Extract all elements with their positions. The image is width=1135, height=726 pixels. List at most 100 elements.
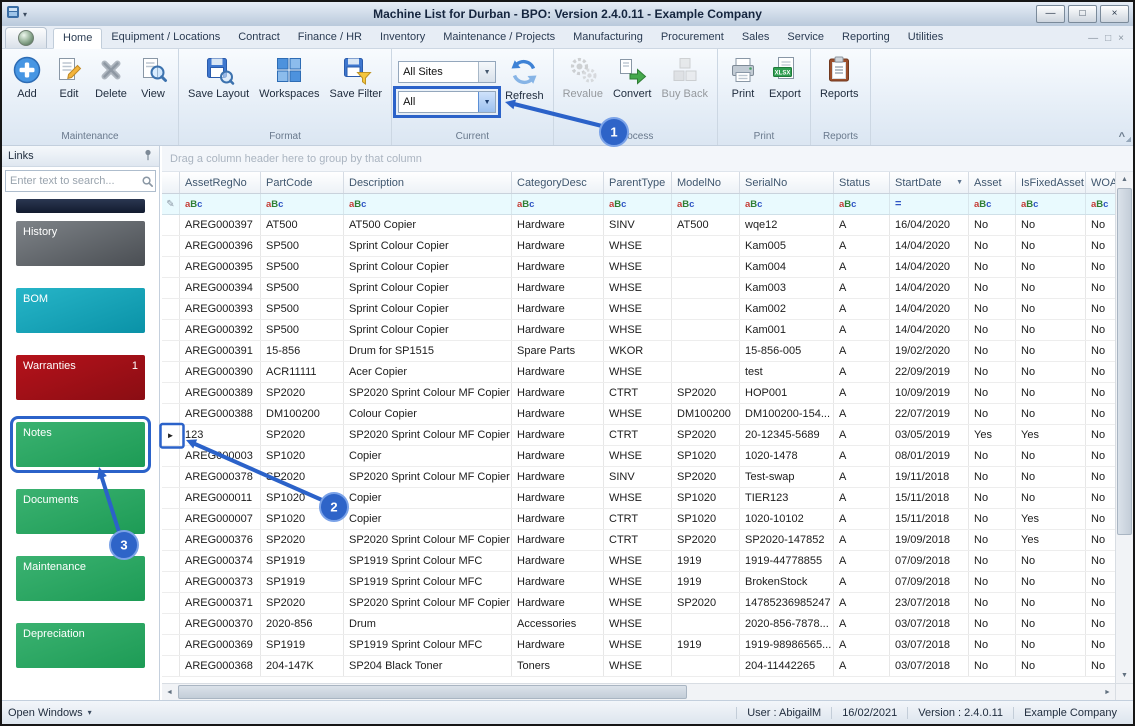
grid-cell[interactable]: AREG000374 [180, 551, 261, 571]
grid-cell[interactable]: Hardware [512, 404, 604, 424]
tab-service[interactable]: Service [778, 28, 833, 48]
grid-cell[interactable]: 14/04/2020 [890, 320, 969, 340]
grid-cell[interactable]: No [1086, 572, 1115, 592]
row-indicator-cell[interactable] [162, 299, 180, 319]
tab-home[interactable]: Home [53, 28, 102, 49]
grid-cell[interactable]: SP2020 [261, 593, 344, 613]
grid-cell[interactable]: No [1086, 425, 1115, 445]
grid-row[interactable]: AREG000388DM100200Colour CopierHardwareW… [162, 404, 1115, 425]
grid-cell[interactable] [672, 278, 740, 298]
grid-cell[interactable]: Kam002 [740, 299, 834, 319]
grid-cell[interactable]: 1919 [672, 572, 740, 592]
grid-row[interactable]: AREG000393SP500Sprint Colour CopierHardw… [162, 299, 1115, 320]
row-indicator-cell[interactable] [162, 656, 180, 676]
grid-cell[interactable]: A [834, 467, 890, 487]
row-indicator-cell[interactable]: ► [162, 425, 180, 445]
grid-cell[interactable]: WHSE [604, 488, 672, 508]
tab-manufacturing[interactable]: Manufacturing [564, 28, 652, 48]
grid-cell[interactable]: AREG000373 [180, 572, 261, 592]
grid-cell[interactable]: WHSE [604, 278, 672, 298]
grid-cell[interactable] [672, 299, 740, 319]
column-header-serialno[interactable]: SerialNo [740, 172, 834, 193]
grid-cell[interactable]: SP1020 [261, 509, 344, 529]
grid-cell[interactable]: No [969, 299, 1016, 319]
tab-maintenance-projects[interactable]: Maintenance / Projects [434, 28, 564, 48]
column-header-asset[interactable]: Asset [969, 172, 1016, 193]
tab-utilities[interactable]: Utilities [899, 28, 952, 48]
application-menu-button[interactable] [5, 27, 47, 48]
grid-cell[interactable]: A [834, 551, 890, 571]
grid-cell[interactable]: Kam005 [740, 236, 834, 256]
grid-cell[interactable]: No [1016, 551, 1086, 571]
grid-cell[interactable]: Colour Copier [344, 404, 512, 424]
grid-cell[interactable]: A [834, 572, 890, 592]
grid-cell[interactable]: Yes [1016, 425, 1086, 445]
mdi-restore-icon[interactable]: □ [1105, 33, 1111, 44]
grid-cell[interactable]: 1020-10102 [740, 509, 834, 529]
grid-cell[interactable]: No [1086, 236, 1115, 256]
grid-cell[interactable]: No [1086, 467, 1115, 487]
grid-cell[interactable]: SP2020 Sprint Colour MF Copier [344, 593, 512, 613]
grid-cell[interactable]: 1919 [672, 635, 740, 655]
grid-cell[interactable]: WHSE [604, 551, 672, 571]
save-filter-button[interactable]: Save Filter [324, 51, 387, 100]
grid-cell[interactable]: No [1086, 530, 1115, 550]
column-header-parenttype[interactable]: ParentType [604, 172, 672, 193]
grid-cell[interactable]: SP1020 [261, 488, 344, 508]
grid-cell[interactable]: No [969, 257, 1016, 277]
edit-button[interactable]: Edit [48, 51, 90, 100]
grid-cell[interactable]: 03/07/2018 [890, 635, 969, 655]
grid-cell[interactable]: SP1919 Sprint Colour MFC [344, 572, 512, 592]
grid-cell[interactable]: Toners [512, 656, 604, 676]
grid-cell[interactable]: No [1086, 278, 1115, 298]
filter-cell-woatt[interactable]: aBc [1086, 194, 1115, 214]
grid-cell[interactable]: SINV [604, 467, 672, 487]
grid-cell[interactable]: SP500 [261, 278, 344, 298]
grid-cell[interactable]: No [969, 572, 1016, 592]
sidebar-tile-warranties[interactable]: Warranties1 [16, 355, 145, 400]
grid-cell[interactable]: AT500 Copier [344, 215, 512, 235]
grid-cell[interactable]: WKOR [604, 341, 672, 361]
grid-row[interactable]: AREG000392SP500Sprint Colour CopierHardw… [162, 320, 1115, 341]
grid-cell[interactable]: No [1016, 236, 1086, 256]
grid-cell[interactable]: SP1020 [672, 446, 740, 466]
minimize-button[interactable]: — [1036, 5, 1065, 23]
grid-cell[interactable]: SP2020 [672, 530, 740, 550]
grid-cell[interactable]: No [1086, 656, 1115, 676]
row-indicator-cell[interactable] [162, 593, 180, 613]
grid-cell[interactable]: SP2020 Sprint Colour MF Copier [344, 530, 512, 550]
grid-cell[interactable]: 14/04/2020 [890, 236, 969, 256]
grid-cell[interactable]: No [1086, 320, 1115, 340]
filter-cell-parenttype[interactable]: aBc [604, 194, 672, 214]
grid-cell[interactable]: No [1016, 362, 1086, 382]
grid-cell[interactable] [672, 614, 740, 634]
column-header-startdate[interactable]: StartDate▼ [890, 172, 969, 193]
mdi-minimize-icon[interactable]: — [1088, 33, 1098, 44]
row-indicator-cell[interactable] [162, 341, 180, 361]
filter-cell-description[interactable]: aBc [344, 194, 512, 214]
grid-cell[interactable]: SP1919 [261, 572, 344, 592]
grid-cell[interactable]: A [834, 404, 890, 424]
grid-cell[interactable]: Hardware [512, 467, 604, 487]
grid-row[interactable]: AREG0003702020-856DrumAccessoriesWHSE202… [162, 614, 1115, 635]
grid-cell[interactable]: Yes [1016, 530, 1086, 550]
grid-cell[interactable]: Hardware [512, 488, 604, 508]
grid-cell[interactable]: Hardware [512, 509, 604, 529]
grid-cell[interactable]: Spare Parts [512, 341, 604, 361]
grid-cell[interactable]: Hardware [512, 551, 604, 571]
grid-cell[interactable]: AREG000393 [180, 299, 261, 319]
grid-cell[interactable]: No [969, 656, 1016, 676]
grid-cell[interactable]: WHSE [604, 257, 672, 277]
grid-cell[interactable]: SP2020 [672, 593, 740, 613]
sidebar-tile-maintenance[interactable]: Maintenance [16, 556, 145, 601]
grid-cell[interactable]: WHSE [604, 404, 672, 424]
sidebar-tile-depreciation[interactable]: Depreciation [16, 623, 145, 668]
grid-cell[interactable]: WHSE [604, 656, 672, 676]
sidebar-tile-partial[interactable] [16, 199, 145, 213]
filter-cell-serialno[interactable]: aBc [740, 194, 834, 214]
row-indicator-cell[interactable] [162, 551, 180, 571]
row-indicator-cell[interactable] [162, 614, 180, 634]
convert-button[interactable]: Convert [608, 51, 657, 100]
grid-cell[interactable]: 15/11/2018 [890, 488, 969, 508]
grid-cell[interactable]: No [1016, 215, 1086, 235]
